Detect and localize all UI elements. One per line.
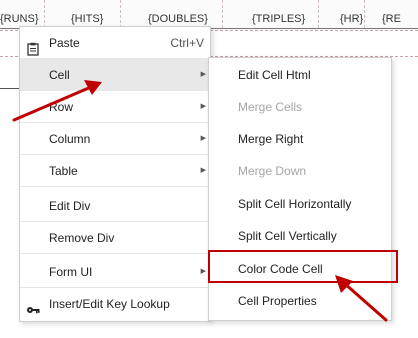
annotation-arrow-cell xyxy=(12,80,102,122)
annotation-arrow-color-code xyxy=(335,275,388,322)
annotation-arrows xyxy=(12,80,388,322)
